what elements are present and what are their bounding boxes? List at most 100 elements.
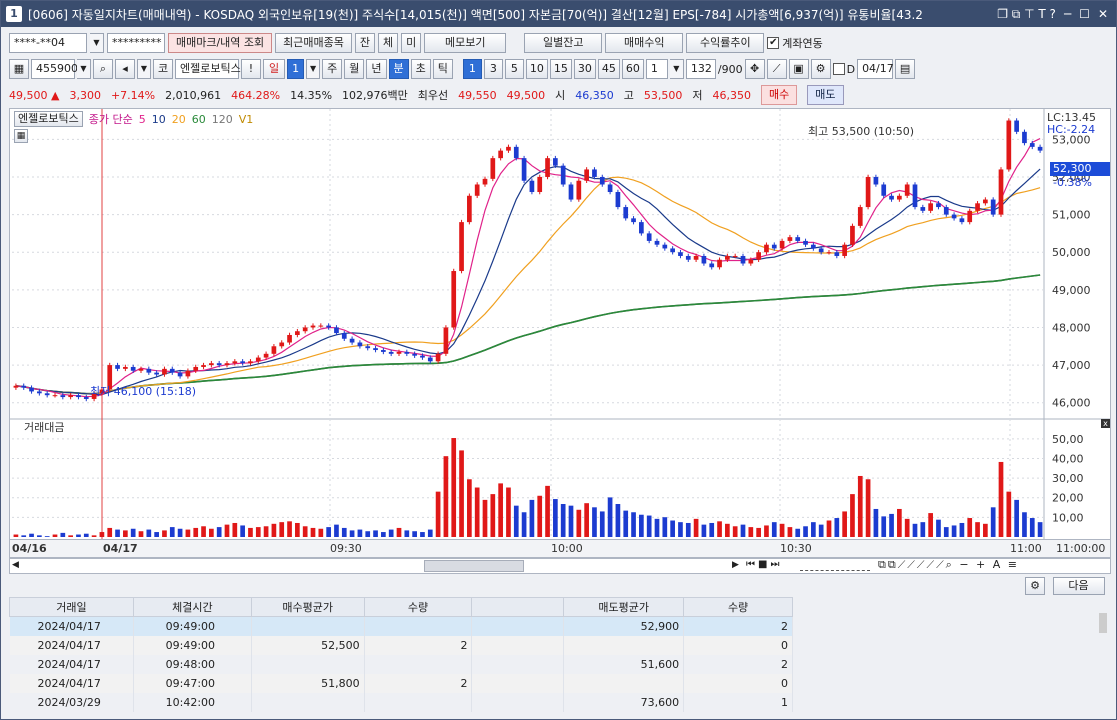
table-scroll-thumb[interactable] xyxy=(1099,613,1107,633)
period-count-field[interactable]: 1 xyxy=(287,59,305,79)
date-checkbox[interactable] xyxy=(832,63,845,75)
filled-toggle-button[interactable]: 체 xyxy=(378,33,399,53)
close-panel-icon[interactable]: x xyxy=(1101,419,1110,428)
save-icon[interactable]: ▣ xyxy=(788,59,809,79)
volume-bar xyxy=(889,513,894,537)
ma-20-line xyxy=(15,176,1041,395)
period-day-button[interactable]: 일 xyxy=(263,59,286,79)
minimize-icon[interactable]: ─ xyxy=(1064,7,1071,22)
drawing-tool-icon[interactable]: ⟋ xyxy=(766,59,787,79)
return-trend-button[interactable]: 수익률추이 xyxy=(686,33,765,53)
period-year-button[interactable]: 년 xyxy=(366,59,387,79)
trade-profit-button[interactable]: 매매수익 xyxy=(605,33,684,53)
interval-60-button[interactable]: 60 xyxy=(621,59,644,79)
notice-button[interactable]: ! xyxy=(241,59,261,79)
volume-bar xyxy=(318,528,324,537)
period-week-button[interactable]: 주 xyxy=(322,59,343,79)
chart-area[interactable]: 53,000 52,000 51,000 50,000 49,000 48,000 47,0… xyxy=(9,108,1111,558)
recent-trades-button[interactable]: 최근매매종목 xyxy=(275,33,352,53)
title-bar: 1 [0606] 자동일지차트(매매내역) - KOSDAQ 외국인보유[19(… xyxy=(1,1,1116,27)
interval-select[interactable]: 1 xyxy=(645,59,668,79)
volume-bar xyxy=(857,475,863,537)
interval-3-button[interactable]: 3 xyxy=(483,59,503,79)
memo-button[interactable]: 메모보기 xyxy=(424,33,507,53)
sell-button[interactable]: 매도 xyxy=(807,85,844,105)
period-count-dropdown-icon[interactable]: ▼ xyxy=(306,59,321,79)
playback-controls-icon[interactable]: ⏮■⏭ xyxy=(746,559,782,570)
scroll-right-icon[interactable]: ▶ xyxy=(732,560,739,570)
scroll-thumb[interactable] xyxy=(424,560,524,572)
period-second-button[interactable]: 초 xyxy=(410,59,431,79)
crosshair-icon[interactable]: ✥ xyxy=(744,59,765,79)
buy-button[interactable]: 매수 xyxy=(761,85,798,105)
table-row[interactable]: 2024/04/17 09:48:00 51,600 2 xyxy=(9,654,793,674)
interval-dropdown-icon[interactable]: ▼ xyxy=(669,59,684,79)
volume-bar xyxy=(787,527,793,537)
volume-bar xyxy=(756,527,761,537)
candle-body xyxy=(560,165,566,185)
candle-body xyxy=(685,255,691,260)
balance-toggle-button[interactable]: 잔 xyxy=(354,33,376,53)
table-row[interactable]: 2024/04/17 09:47:00 51,800 2 0 xyxy=(9,673,793,693)
volume-tick-label: 30,00 xyxy=(1052,472,1084,485)
x-label-1000: 10:00 xyxy=(551,542,583,555)
unfilled-toggle-button[interactable]: 미 xyxy=(401,33,422,53)
chart-type-icon[interactable]: ▦ xyxy=(9,59,29,79)
volume-bar xyxy=(943,527,949,537)
close-icon[interactable]: ✕ xyxy=(1098,7,1108,22)
candle-body xyxy=(216,363,222,366)
window-icons-group[interactable]: ❐ ⧉ ⊤ T ? xyxy=(997,7,1056,22)
cell-empty xyxy=(471,616,565,636)
account-toolbar: ****-**04 ▼ ********* 매매마크/내역 조회 최근매매종목 … xyxy=(1,32,1116,54)
period-minute-button[interactable]: 분 xyxy=(388,59,409,79)
calendar-icon[interactable]: ▤ xyxy=(895,59,916,79)
next-button[interactable]: 다음 xyxy=(1052,577,1105,595)
cell-buy-avg xyxy=(251,692,365,712)
date-field[interactable]: 04/17 xyxy=(857,59,894,79)
interval-10-button[interactable]: 10 xyxy=(525,59,548,79)
candle-body xyxy=(983,199,988,204)
interval-1-button[interactable]: 1 xyxy=(462,59,482,79)
table-row[interactable]: 2024/04/17 09:49:00 52,500 2 0 xyxy=(9,635,793,655)
grid-table-icon[interactable]: ▦ xyxy=(14,129,28,143)
interval-30-button[interactable]: 30 xyxy=(573,59,596,79)
candle-body xyxy=(764,244,769,253)
table-row[interactable]: 2024/04/17 09:49:00 52,900 2 xyxy=(9,616,793,636)
chart-tools-icon[interactable]: ⧉⧉⟋⟋⟋⟋⟋⌕ − + A ≡ xyxy=(878,558,1019,572)
daily-balance-button[interactable]: 일별잔고 xyxy=(524,33,603,53)
account-number-field[interactable]: ****-**04 xyxy=(9,33,87,53)
candle-body xyxy=(420,355,425,358)
trade-marks-button[interactable]: 매매마크/내역 조회 xyxy=(168,33,273,53)
password-field[interactable]: ********* xyxy=(107,33,165,53)
candle-body xyxy=(263,353,269,358)
x-label-0416: 04/16 xyxy=(12,542,47,555)
speaker-dropdown-icon[interactable]: ▼ xyxy=(137,59,151,79)
candle-body xyxy=(255,357,261,362)
volume-bar xyxy=(52,534,58,537)
period-tick-button[interactable]: 틱 xyxy=(432,59,453,79)
x-label-0417: 04/17 xyxy=(103,542,138,555)
maximize-icon[interactable]: ☐ xyxy=(1079,7,1090,22)
chart-scrollbar[interactable]: ◀ ▶ ⏮■⏭ ⧉⧉⟋⟋⟋⟋⟋⌕ − + A ≡ xyxy=(9,558,1111,574)
candle-body xyxy=(818,248,824,253)
x-label-1100: 11:00 xyxy=(1010,542,1042,555)
stock-code-field[interactable]: 455900 xyxy=(31,59,78,79)
account-dropdown-icon[interactable]: ▼ xyxy=(90,33,104,53)
stock-code-dropdown-icon[interactable]: ▼ xyxy=(77,59,91,79)
gear-icon[interactable]: ⚙ xyxy=(810,59,831,79)
chart-stock-label[interactable]: 엔젤로보틱스 xyxy=(14,111,83,127)
table-settings-gear-icon[interactable]: ⚙ xyxy=(1025,577,1045,595)
scroll-left-icon[interactable]: ◀ xyxy=(12,560,19,570)
table-row[interactable]: 2024/03/29 10:42:00 73,600 1 xyxy=(9,692,793,712)
cell-buy-qty: 2 xyxy=(364,673,473,693)
interval-45-button[interactable]: 45 xyxy=(597,59,620,79)
account-link-checkbox[interactable]: ✔ xyxy=(767,37,780,49)
interval-5-button[interactable]: 5 xyxy=(504,59,524,79)
data-count-field[interactable]: 132 xyxy=(685,59,716,79)
candle-body xyxy=(717,259,722,268)
zoom-slider[interactable] xyxy=(800,560,870,571)
search-icon[interactable]: ⌕ xyxy=(93,59,113,79)
period-month-button[interactable]: 월 xyxy=(344,59,365,79)
speaker-icon[interactable]: ◂ xyxy=(115,59,135,79)
interval-15-button[interactable]: 15 xyxy=(549,59,572,79)
